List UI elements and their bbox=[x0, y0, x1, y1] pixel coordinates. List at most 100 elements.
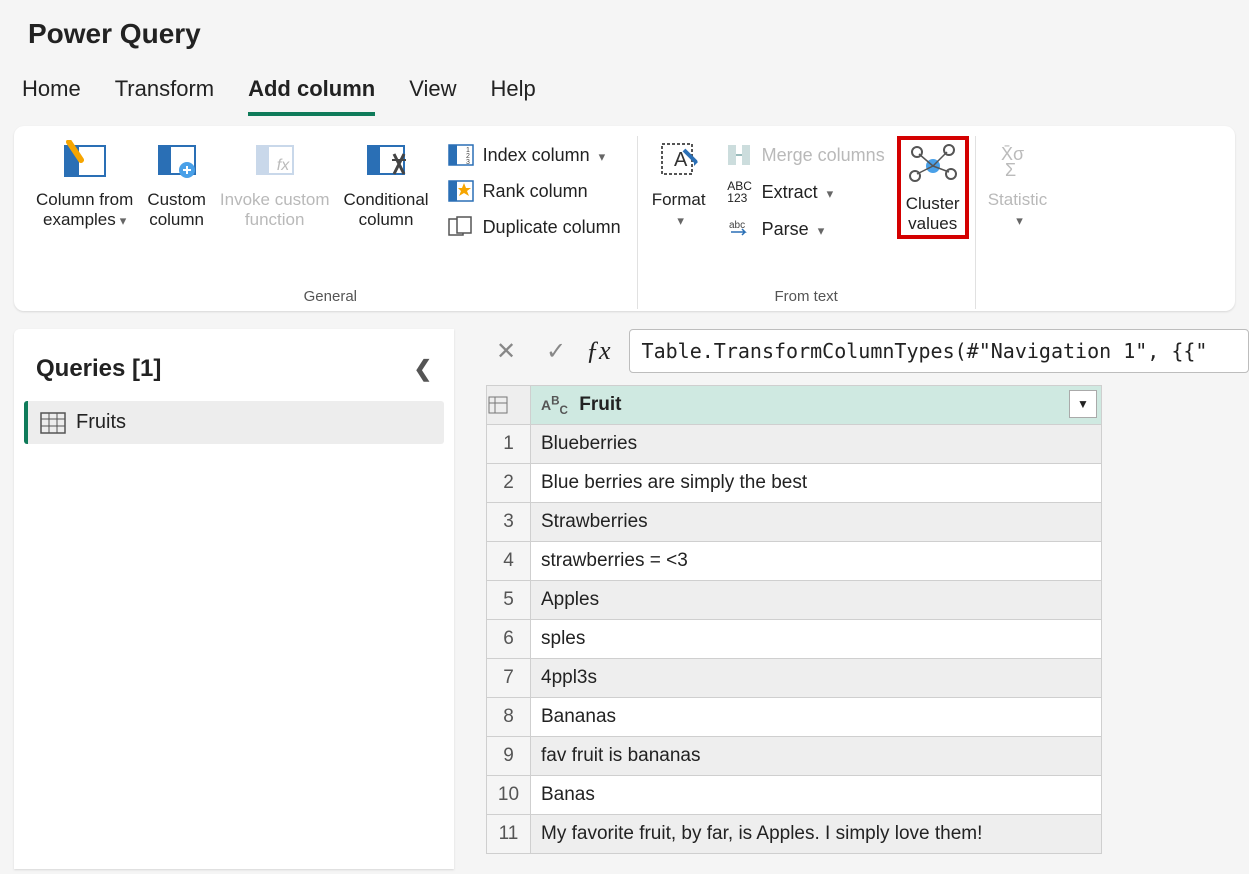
table-row[interactable]: 1Blueberries bbox=[487, 425, 1102, 464]
table-row[interactable]: 2Blue berries are simply the best bbox=[487, 464, 1102, 503]
extract-icon: ABC123 bbox=[726, 180, 754, 204]
index-column-button[interactable]: 123 Index column bbox=[443, 140, 625, 170]
cluster-values-icon bbox=[905, 140, 961, 188]
label: Invoke customfunction bbox=[220, 190, 330, 231]
conditional-column-button[interactable]: Conditionalcolumn bbox=[338, 136, 435, 231]
cell-value[interactable]: 4ppl3s bbox=[531, 659, 1102, 698]
data-grid: ABC Fruit ▼ 1Blueberries2Blue berries ar… bbox=[486, 385, 1102, 854]
formula-bar: ✕ ✓ ƒx Table.TransformColumnTypes(#"Navi… bbox=[486, 329, 1249, 373]
conditional-column-icon bbox=[364, 136, 408, 184]
table-icon bbox=[40, 412, 66, 434]
cell-value[interactable]: sples bbox=[531, 620, 1102, 659]
cell-value[interactable]: Blue berries are simply the best bbox=[531, 464, 1102, 503]
table-row[interactable]: 11My favorite fruit, by far, is Apples. … bbox=[487, 815, 1102, 854]
ribbon-group-general: Column fromexamples Customcolumn fx Invo… bbox=[24, 136, 638, 309]
cell-value[interactable]: Apples bbox=[531, 581, 1102, 620]
label: Statistic bbox=[988, 190, 1048, 231]
tab-add-column[interactable]: Add column bbox=[248, 70, 375, 116]
duplicate-column-button[interactable]: Duplicate column bbox=[443, 212, 625, 242]
column-from-examples-icon bbox=[63, 136, 107, 184]
cancel-formula-button[interactable]: ✕ bbox=[486, 331, 526, 371]
tab-help[interactable]: Help bbox=[491, 70, 536, 116]
column-from-examples-button[interactable]: Column fromexamples bbox=[30, 136, 139, 231]
row-number[interactable]: 8 bbox=[487, 698, 531, 737]
label: Duplicate column bbox=[483, 217, 621, 238]
table-row[interactable]: 4strawberries = <3 bbox=[487, 542, 1102, 581]
table-row[interactable]: 5Apples bbox=[487, 581, 1102, 620]
duplicate-column-icon bbox=[447, 216, 475, 238]
queries-title: Queries [1] bbox=[36, 355, 161, 383]
statistics-button: X̄σΣ Statistic bbox=[982, 136, 1054, 231]
label: Customcolumn bbox=[147, 190, 206, 231]
group-label-general: General bbox=[304, 288, 357, 309]
parse-button[interactable]: abc Parse bbox=[722, 214, 889, 244]
column-header-fruit[interactable]: ABC Fruit ▼ bbox=[531, 386, 1102, 425]
select-all-corner[interactable] bbox=[487, 386, 531, 425]
table-row[interactable]: 8Bananas bbox=[487, 698, 1102, 737]
query-item-label: Fruits bbox=[76, 411, 126, 434]
table-row[interactable]: 6sples bbox=[487, 620, 1102, 659]
tab-home[interactable]: Home bbox=[22, 70, 81, 116]
label: Merge columns bbox=[762, 145, 885, 166]
row-number[interactable]: 11 bbox=[487, 815, 531, 854]
index-column-icon: 123 bbox=[447, 144, 475, 166]
ribbon-group-statistics: X̄σΣ Statistic bbox=[976, 136, 1060, 309]
row-number[interactable]: 4 bbox=[487, 542, 531, 581]
custom-column-button[interactable]: Customcolumn bbox=[141, 136, 212, 231]
fx-icon: ƒx bbox=[586, 336, 619, 366]
cell-value[interactable]: My favorite fruit, by far, is Apples. I … bbox=[531, 815, 1102, 854]
row-number[interactable]: 1 bbox=[487, 425, 531, 464]
merge-columns-button: Merge columns bbox=[722, 140, 889, 170]
ribbon: Column fromexamples Customcolumn fx Invo… bbox=[14, 126, 1235, 311]
table-row[interactable]: 3Strawberries bbox=[487, 503, 1102, 542]
row-number[interactable]: 10 bbox=[487, 776, 531, 815]
statistics-icon: X̄σΣ bbox=[995, 136, 1039, 184]
label: Parse bbox=[762, 219, 825, 240]
extract-button[interactable]: ABC123 Extract bbox=[722, 176, 889, 208]
custom-column-icon bbox=[155, 136, 199, 184]
label: Extract bbox=[762, 182, 834, 203]
cell-value[interactable]: Strawberries bbox=[531, 503, 1102, 542]
column-filter-dropdown[interactable]: ▼ bbox=[1069, 390, 1097, 418]
app-title: Power Query bbox=[0, 0, 1249, 60]
row-number[interactable]: 6 bbox=[487, 620, 531, 659]
collapse-queries-chevron-icon[interactable]: ❮ bbox=[414, 356, 432, 382]
cell-value[interactable]: Banas bbox=[531, 776, 1102, 815]
invoke-custom-function-button: fx Invoke customfunction bbox=[214, 136, 336, 231]
label: Index column bbox=[483, 145, 606, 166]
cell-value[interactable]: Blueberries bbox=[531, 425, 1102, 464]
rank-column-icon bbox=[447, 180, 475, 202]
table-row[interactable]: 74ppl3s bbox=[487, 659, 1102, 698]
queries-panel: Queries [1] ❮ Fruits bbox=[14, 329, 454, 869]
row-number[interactable]: 2 bbox=[487, 464, 531, 503]
row-number[interactable]: 5 bbox=[487, 581, 531, 620]
group-label-from-text: From text bbox=[774, 288, 837, 309]
commit-formula-button[interactable]: ✓ bbox=[536, 331, 576, 371]
format-icon: A bbox=[656, 136, 702, 184]
cell-value[interactable]: strawberries = <3 bbox=[531, 542, 1102, 581]
cluster-values-button[interactable]: Clustervalues bbox=[897, 136, 969, 239]
table-row[interactable]: 10Banas bbox=[487, 776, 1102, 815]
row-number[interactable]: 9 bbox=[487, 737, 531, 776]
data-panel: ✕ ✓ ƒx Table.TransformColumnTypes(#"Navi… bbox=[454, 329, 1249, 869]
label: Clustervalues bbox=[906, 194, 960, 235]
rank-column-button[interactable]: Rank column bbox=[443, 176, 625, 206]
formula-input[interactable]: Table.TransformColumnTypes(#"Navigation … bbox=[629, 329, 1249, 373]
row-number[interactable]: 7 bbox=[487, 659, 531, 698]
tab-view[interactable]: View bbox=[409, 70, 456, 116]
table-row[interactable]: 9fav fruit is bananas bbox=[487, 737, 1102, 776]
format-button[interactable]: A Format bbox=[644, 136, 714, 231]
cell-value[interactable]: Bananas bbox=[531, 698, 1102, 737]
label: Rank column bbox=[483, 181, 588, 202]
svg-text:3: 3 bbox=[466, 159, 470, 166]
cell-value[interactable]: fav fruit is bananas bbox=[531, 737, 1102, 776]
tabbar: Home Transform Add column View Help bbox=[0, 60, 1249, 116]
row-number[interactable]: 3 bbox=[487, 503, 531, 542]
label: Format bbox=[652, 190, 706, 231]
column-name: Fruit bbox=[579, 394, 621, 415]
svg-text:fx: fx bbox=[276, 157, 289, 174]
query-item-fruits[interactable]: Fruits bbox=[24, 401, 444, 444]
tab-transform[interactable]: Transform bbox=[115, 70, 214, 116]
ribbon-group-from-text: A Format Merge columns ABC123 Extract bbox=[638, 136, 976, 309]
invoke-custom-function-icon: fx bbox=[253, 136, 297, 184]
